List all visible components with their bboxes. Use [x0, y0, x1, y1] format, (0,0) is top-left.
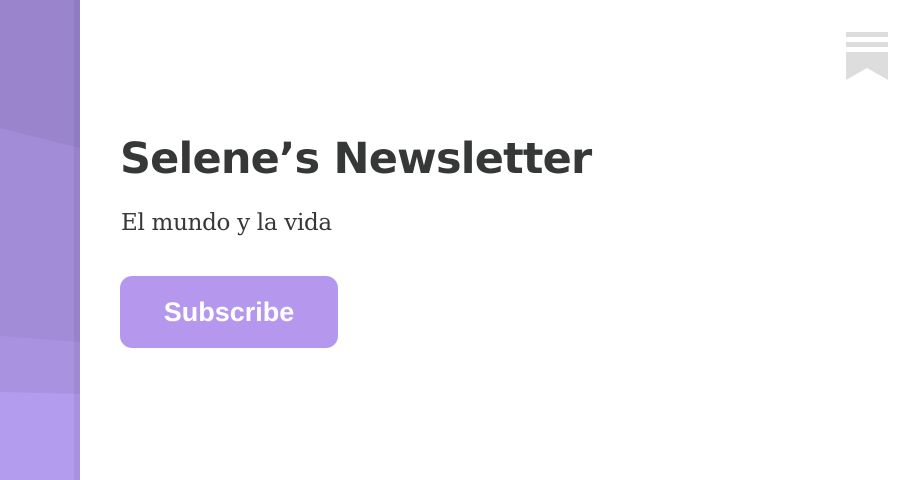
- newsletter-landing-card: Selene’s Newsletter El mundo y la vida S…: [0, 0, 920, 480]
- newsletter-title: Selene’s Newsletter: [120, 134, 592, 184]
- newsletter-tagline: El mundo y la vida: [121, 210, 332, 236]
- subscribe-button[interactable]: Subscribe: [120, 276, 338, 348]
- bookmark-logo-icon: [846, 32, 888, 80]
- decorative-side-band: [0, 0, 80, 480]
